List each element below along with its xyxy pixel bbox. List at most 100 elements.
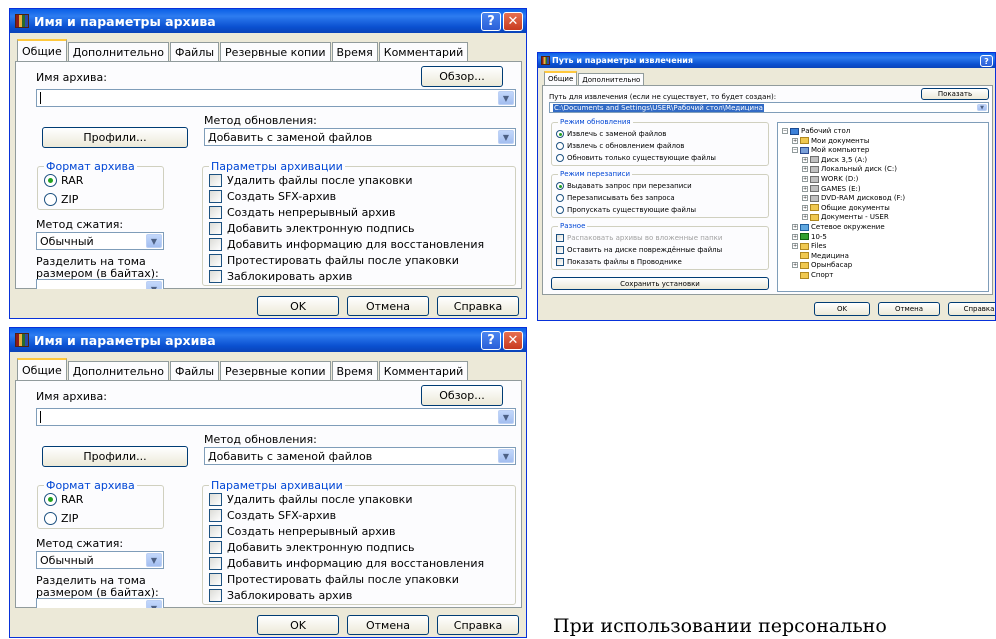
check-signature[interactable]: Добавить электронную подпись (209, 222, 415, 235)
cancel-button[interactable]: Отмена (347, 296, 429, 316)
expand-icon[interactable]: + (792, 262, 798, 269)
chevron-down-icon[interactable]: ▼ (146, 234, 162, 248)
show-button[interactable]: Показать (921, 88, 989, 100)
compression-combo[interactable]: Обычный ▼ (36, 551, 164, 569)
collapse-icon[interactable]: − (792, 147, 798, 154)
tab-general[interactable]: Общие (17, 358, 67, 380)
update-method-combo[interactable]: Добавить с заменой файлов ▼ (204, 447, 516, 465)
chevron-down-icon[interactable]: ▼ (146, 600, 162, 608)
tab-advanced[interactable]: Дополнительно (67, 42, 169, 61)
chevron-down-icon[interactable]: ▼ (498, 91, 514, 105)
help-button[interactable]: Справка (437, 615, 519, 635)
split-combo[interactable]: ▼ (36, 279, 164, 289)
tree-item[interactable]: +10-5 (792, 233, 827, 241)
tree-item[interactable]: + Files (792, 242, 826, 250)
chevron-down-icon[interactable]: ▼ (498, 130, 514, 144)
chevron-down-icon[interactable]: ▼ (977, 104, 987, 111)
chevron-down-icon[interactable]: ▼ (146, 553, 162, 567)
check-show-explorer[interactable]: Показать файлы в Проводнике (556, 258, 682, 266)
check-keep-broken[interactable]: Оставить на диске повреждённые файлы (556, 246, 722, 254)
check-lock[interactable]: Заблокировать архив (209, 589, 352, 602)
radio-zip[interactable]: ZIP (44, 193, 78, 206)
expand-icon[interactable]: + (802, 176, 808, 182)
tab-general[interactable]: Общие (17, 39, 67, 61)
tree-item[interactable]: − Рабочий стол (782, 127, 850, 135)
check-delete-after[interactable]: Удалить файлы после упаковки (209, 174, 412, 187)
expand-icon[interactable]: + (792, 233, 798, 240)
check-test[interactable]: Протестировать файлы после упаковки (209, 254, 459, 267)
browse-button[interactable]: Обзор... (421, 66, 503, 87)
cancel-button[interactable]: Отмена (878, 302, 940, 316)
check-test[interactable]: Протестировать файлы после упаковки (209, 573, 459, 586)
check-recovery[interactable]: Добавить информацию для восстановления (209, 557, 484, 570)
browse-button[interactable]: Обзор... (421, 385, 503, 406)
expand-icon[interactable]: + (792, 224, 798, 230)
tree-item[interactable]: Медицина (792, 252, 849, 260)
tab-files[interactable]: Файлы (169, 361, 220, 380)
radio-update-existing[interactable]: Обновить только существующие файлы (556, 154, 716, 162)
tab-comment[interactable]: Комментарий (378, 42, 469, 61)
ok-button[interactable]: OK (257, 615, 339, 635)
chevron-down-icon[interactable]: ▼ (498, 410, 514, 424)
check-sfx[interactable]: Создать SFX-архив (209, 509, 336, 522)
tree-item[interactable]: + Диск 3,5 (A:) (802, 156, 867, 164)
tab-advanced[interactable]: Дополнительно (578, 73, 645, 85)
tab-comment[interactable]: Комментарий (378, 361, 469, 380)
close-icon[interactable]: ✕ (503, 12, 523, 31)
update-method-combo[interactable]: Добавить с заменой файлов ▼ (204, 128, 516, 146)
tab-advanced[interactable]: Дополнительно (67, 361, 169, 380)
tree-item[interactable]: + Мои документы (792, 137, 869, 145)
radio-overwrite-ask[interactable]: Выдавать запрос при перезаписи (556, 182, 692, 190)
split-combo[interactable]: ▼ (36, 598, 164, 608)
help-icon[interactable]: ? (980, 55, 993, 67)
expand-icon[interactable]: + (792, 243, 798, 250)
radio-rar[interactable]: RAR (44, 174, 83, 187)
help-icon[interactable]: ? (481, 331, 501, 350)
archive-name-combo[interactable]: ▼ (36, 408, 516, 426)
radio-rar[interactable]: RAR (44, 493, 83, 506)
tree-item[interactable]: + Общие документы (802, 204, 890, 212)
save-settings-button[interactable]: Сохранить установки (551, 277, 769, 290)
profiles-button[interactable]: Профили... (42, 446, 188, 467)
folder-tree[interactable]: − Рабочий стол + Мои документы − Мой компьюте… (777, 122, 989, 292)
path-combo[interactable]: C:\Documents and Settings\USER\Рабочий с… (549, 102, 989, 113)
tab-files[interactable]: Файлы (169, 42, 220, 61)
radio-overwrite-silent[interactable]: Перезаписывать без запроса (556, 194, 675, 202)
check-recovery[interactable]: Добавить информацию для восстановления (209, 238, 484, 251)
expand-icon[interactable]: + (802, 214, 808, 221)
radio-update-replace[interactable]: Извлечь с заменой файлов (556, 130, 666, 138)
radio-overwrite-skip[interactable]: Пропускать существующие файлы (556, 206, 696, 214)
tree-item[interactable]: + GAMES (E:) (802, 185, 861, 193)
cancel-button[interactable]: Отмена (347, 615, 429, 635)
tree-item[interactable]: + Орынбасар (792, 261, 852, 269)
radio-zip[interactable]: ZIP (44, 512, 78, 525)
check-signature[interactable]: Добавить электронную подпись (209, 541, 415, 554)
expand-icon[interactable]: + (802, 166, 808, 173)
check-solid[interactable]: Создать непрерывный архив (209, 525, 395, 538)
compression-combo[interactable]: Обычный ▼ (36, 232, 164, 250)
help-button[interactable]: Справка (948, 302, 995, 316)
tree-item[interactable]: + Документы - USER (802, 213, 889, 221)
help-button[interactable]: Справка (437, 296, 519, 316)
tree-item[interactable]: + WORK (D:) (802, 175, 858, 183)
expand-icon[interactable]: + (792, 137, 798, 144)
chevron-down-icon[interactable]: ▼ (498, 449, 514, 463)
tab-time[interactable]: Время (331, 42, 378, 61)
check-delete-after[interactable]: Удалить файлы после упаковки (209, 493, 412, 506)
tab-backup[interactable]: Резервные копии (220, 42, 331, 61)
tab-time[interactable]: Время (331, 361, 378, 380)
close-icon[interactable]: ✕ (503, 331, 523, 350)
ok-button[interactable]: OK (257, 296, 339, 316)
profiles-button[interactable]: Профили... (42, 127, 188, 148)
tab-general[interactable]: Общие (544, 71, 578, 85)
tree-item[interactable]: + Сетевое окружение (792, 223, 885, 231)
check-lock[interactable]: Заблокировать архив (209, 270, 352, 283)
check-sfx[interactable]: Создать SFX-архив (209, 190, 336, 203)
expand-icon[interactable]: + (802, 156, 808, 163)
chevron-down-icon[interactable]: ▼ (146, 281, 162, 289)
collapse-icon[interactable]: − (782, 128, 788, 134)
expand-icon[interactable]: + (802, 204, 808, 211)
help-icon[interactable]: ? (481, 12, 501, 31)
tree-item[interactable]: Спорт (792, 271, 833, 279)
check-nested-folders[interactable]: Распаковать архивы во вложенные папки (556, 234, 722, 242)
